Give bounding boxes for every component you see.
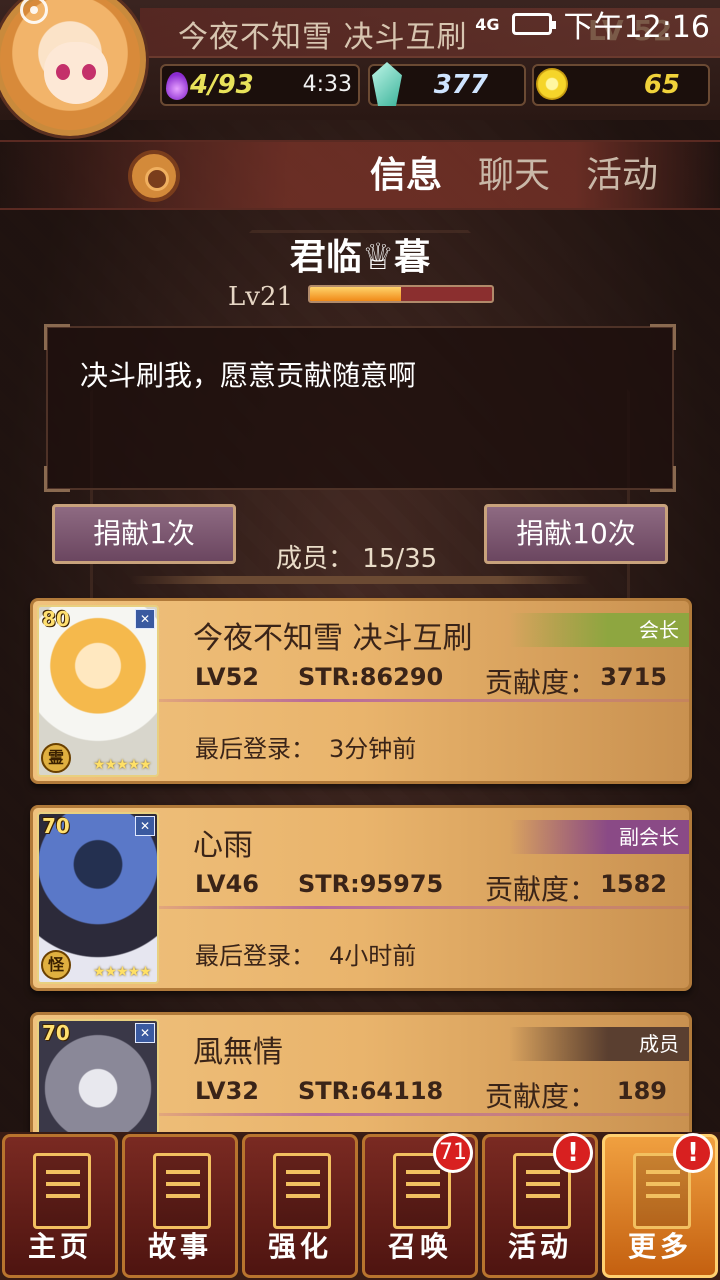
notebook-icon xyxy=(33,1153,91,1229)
last-login-value: 3分钟前 xyxy=(329,735,417,763)
avatar-settings-icon xyxy=(20,0,48,24)
contribution-label: 贡献度： xyxy=(485,1080,598,1113)
contribution-value: 189 xyxy=(616,1077,667,1105)
member-level: LV52 xyxy=(195,663,259,691)
rarity-stars: ★★★★★ xyxy=(93,757,152,773)
network-indicator: 4G xyxy=(475,14,500,34)
nav-enhance-button[interactable]: 强化 xyxy=(242,1134,358,1278)
blocks-icon xyxy=(273,1153,331,1229)
member-role-badge: 副会长 xyxy=(509,820,689,854)
stamina-value: 4/93 xyxy=(190,70,254,100)
guild-level: Lv21 xyxy=(228,282,294,312)
nav-label: 强化 xyxy=(267,1230,332,1263)
card-divider xyxy=(159,1113,689,1116)
panel-corner xyxy=(44,466,70,492)
stamina-timer: 4:33 xyxy=(302,72,352,97)
tab-info[interactable]: 信息 xyxy=(370,146,442,198)
member-name: 風無情 xyxy=(193,1035,283,1070)
tab-chat[interactable]: 聊天 xyxy=(478,146,550,198)
clock: 下午12:16 xyxy=(563,10,710,45)
gold-display[interactable]: 65 xyxy=(532,64,710,106)
divider-ornament xyxy=(130,576,590,584)
card-level: 70 xyxy=(42,1021,70,1045)
member-level: LV46 xyxy=(195,870,259,898)
status-bar: 4G 下午12:16 xyxy=(475,4,710,45)
element-icon: ✕ xyxy=(135,609,155,629)
stamina-flame-icon xyxy=(166,72,188,100)
guild-name: 君临♕暮 xyxy=(289,237,431,278)
contribution-value: 1582 xyxy=(600,870,667,898)
panel-corner xyxy=(44,324,70,350)
card-level: 70 xyxy=(42,814,70,838)
member-role-badge: 会长 xyxy=(509,613,689,647)
alert-badge: ! xyxy=(553,1133,593,1173)
gem-icon xyxy=(372,62,402,106)
donate-ten-button[interactable]: 捐献10次 xyxy=(484,504,668,564)
last-login-label: 最后登录： xyxy=(195,735,315,763)
gems-display[interactable]: 377 xyxy=(368,62,526,106)
member-strength: STR:95975 xyxy=(298,870,444,898)
nav-label: 召唤 xyxy=(387,1230,452,1263)
alert-badge: ! xyxy=(673,1133,713,1173)
member-card[interactable]: 70 ✕ 怪 ★★★★★ 心雨 副会长 LV46 STR:95975 贡献度： … xyxy=(30,805,692,991)
guild-notice-panel: 决斗刷我，愿意贡献随意啊 xyxy=(44,324,676,492)
member-name: 心雨 xyxy=(193,828,253,863)
member-count-label: 成员： xyxy=(276,544,355,574)
nav-story-button[interactable]: 故事 xyxy=(122,1134,238,1278)
player-name: 今夜不知雪 决斗互刷 xyxy=(178,20,468,55)
nav-label: 更多 xyxy=(627,1230,692,1263)
gear-icon[interactable] xyxy=(128,150,180,202)
contribution-label: 贡献度： xyxy=(485,873,598,906)
avatar-face xyxy=(44,42,108,104)
member-strength: STR:64118 xyxy=(298,1077,444,1105)
race-badge: 霊 xyxy=(41,743,71,773)
race-badge: 怪 xyxy=(41,950,71,980)
last-login-label: 最后登录： xyxy=(195,942,315,970)
contribution-label: 贡献度： xyxy=(485,666,598,699)
nav-events-button[interactable]: 活动 ! xyxy=(482,1133,598,1278)
gold-value: 65 xyxy=(643,70,680,100)
panel-corner xyxy=(650,466,676,492)
guild-notice-text: 决斗刷我，愿意贡献随意啊 xyxy=(80,359,417,392)
member-level: LV32 xyxy=(195,1077,259,1105)
contribution-value: 3715 xyxy=(600,663,667,691)
last-login-value: 4小时前 xyxy=(329,942,417,970)
member-count: 成员： 15/35 xyxy=(276,538,437,575)
card-divider xyxy=(159,906,689,909)
element-icon: ✕ xyxy=(135,816,155,836)
member-portrait: 80 ✕ 霊 ★★★★★ xyxy=(37,605,159,777)
member-card[interactable]: 80 ✕ 霊 ★★★★★ 今夜不知雪 决斗互刷 会长 LV52 STR:8629… xyxy=(30,598,692,784)
nav-home-button[interactable]: 主页 xyxy=(2,1134,118,1278)
card-divider xyxy=(159,699,689,702)
member-name: 今夜不知雪 决斗互刷 xyxy=(193,621,473,656)
member-role-badge: 成员 xyxy=(509,1027,689,1061)
nav-more-button[interactable]: 更多 ! xyxy=(602,1133,718,1278)
nav-label: 主页 xyxy=(27,1230,92,1263)
nav-summon-button[interactable]: 召唤 71 xyxy=(362,1133,478,1278)
stamina-display[interactable]: 4/93 4:33 xyxy=(160,64,360,106)
donate-once-button[interactable]: 捐献1次 xyxy=(52,504,236,564)
gems-value: 377 xyxy=(433,70,488,100)
card-level: 80 xyxy=(42,607,70,631)
notification-count-badge: 71 xyxy=(433,1133,473,1173)
avatar-eye xyxy=(82,64,96,80)
battery-icon xyxy=(511,13,556,35)
element-icon: ✕ xyxy=(135,1023,155,1043)
member-strength: STR:86290 xyxy=(298,663,444,691)
scroll-icon xyxy=(153,1153,211,1229)
guild-exp-bar xyxy=(308,285,494,303)
avatar-eye xyxy=(56,64,70,80)
nav-label: 故事 xyxy=(147,1230,212,1263)
panel-corner xyxy=(650,324,676,350)
rarity-stars: ★★★★★ xyxy=(93,964,152,980)
coin-icon xyxy=(536,68,568,100)
nav-label: 活动 xyxy=(507,1230,572,1263)
tab-events[interactable]: 活动 xyxy=(586,146,658,198)
member-count-value: 15/35 xyxy=(362,544,438,574)
guild-exp-fill xyxy=(310,287,401,301)
member-portrait: 70 ✕ 怪 ★★★★★ xyxy=(37,812,159,984)
